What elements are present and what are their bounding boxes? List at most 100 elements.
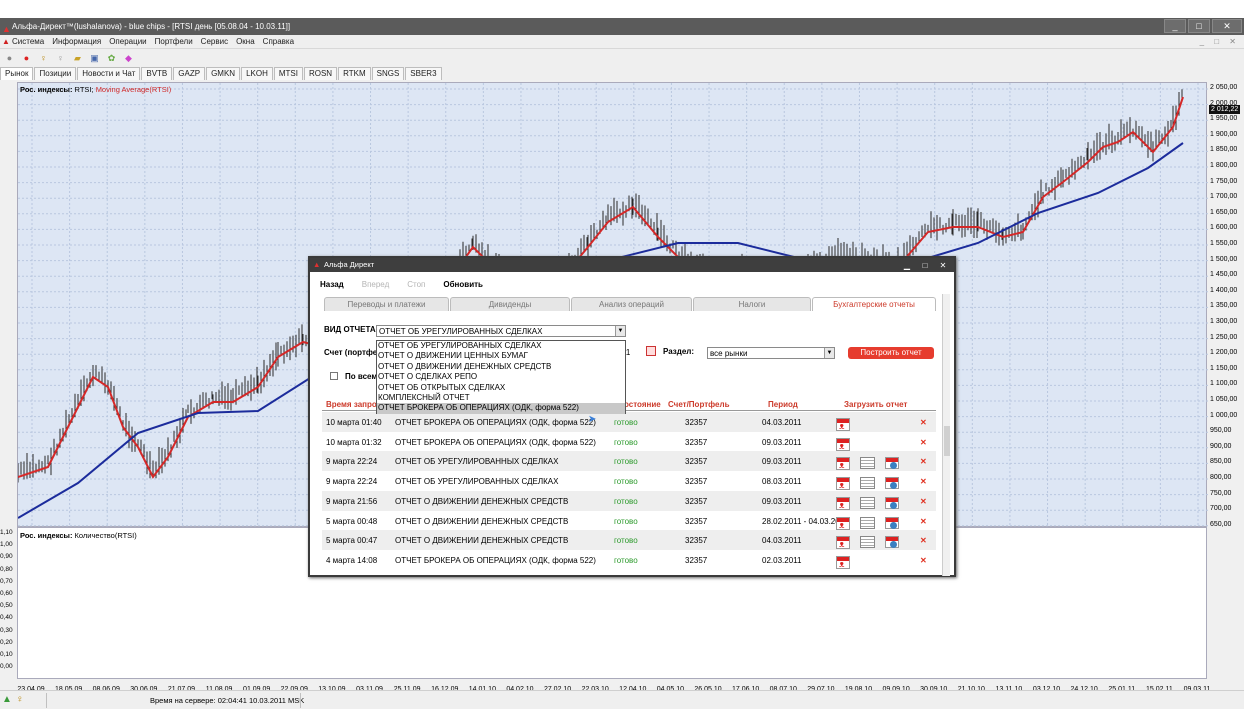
dialog-scrollbar-thumb[interactable] <box>944 426 950 456</box>
tab-sngs[interactable]: SNGS <box>371 67 405 80</box>
menu-item-windows[interactable]: Окна <box>236 37 255 46</box>
download-pdf-icon[interactable] <box>836 477 850 491</box>
connection-status-icon[interactable]: ▲ <box>2 694 12 705</box>
record-icon[interactable]: ● <box>21 53 32 64</box>
tab-lkoh[interactable]: LKOH <box>241 67 273 80</box>
menu-item-portfolios[interactable]: Портфели <box>155 37 193 46</box>
pin2-icon[interactable]: ♀ <box>55 53 66 64</box>
dropdown-option[interactable]: ОТЧЕТ ОБ УРЕГУЛИРОВАННЫХ СДЕЛКАХ <box>377 341 625 351</box>
menu-item-operations[interactable]: Операции <box>109 37 146 46</box>
delete-icon[interactable]: ✕ <box>920 438 927 447</box>
menu-item-system[interactable]: Система <box>12 37 44 46</box>
dropdown-option[interactable]: ОТЧЕТ ОБ ОТКРЫТЫХ СДЕЛКАХ <box>377 383 625 393</box>
tab-dividends[interactable]: Дивиденды <box>450 297 570 311</box>
minimize-button[interactable]: _ <box>1164 19 1186 33</box>
delete-icon[interactable]: ✕ <box>920 556 927 565</box>
delete-icon[interactable]: ✕ <box>920 457 927 466</box>
y-tick-label: 1 400,00 <box>1210 286 1238 294</box>
tab-positions[interactable]: Позиции <box>34 67 77 80</box>
save-icon[interactable]: ▣ <box>89 53 100 64</box>
dialog-close-button[interactable]: ✕ <box>936 259 950 273</box>
delete-icon[interactable]: ✕ <box>920 497 927 506</box>
pin-status-icon[interactable]: ♀ <box>16 694 24 705</box>
download-pdf-icon[interactable] <box>836 437 850 451</box>
tab-rtkm[interactable]: RTKM <box>338 67 371 80</box>
pin-icon[interactable]: ♀ <box>38 53 49 64</box>
download-doc-icon[interactable] <box>860 457 875 470</box>
app-menu-logo-icon[interactable]: ▲ <box>2 37 10 46</box>
all-accounts-checkbox[interactable] <box>330 372 338 380</box>
stop-button[interactable]: Стоп <box>407 280 425 289</box>
delete-icon[interactable]: ✕ <box>920 517 927 526</box>
dropdown-option[interactable]: ОТЧЕТ БРОКЕРА ОБ ОПЕРАЦИЯХ (ОДК, форма 5… <box>377 403 625 414</box>
dialog-maximize-button[interactable]: □ <box>918 259 932 273</box>
menu-item-service[interactable]: Сервис <box>201 37 228 46</box>
tab-gmkn[interactable]: GMKN <box>206 67 241 80</box>
tab-rosn[interactable]: ROSN <box>303 67 338 80</box>
download-doc-icon[interactable] <box>860 477 875 490</box>
table-row[interactable]: 10 марта 01:40 ОТЧЕТ БРОКЕРА ОБ ОПЕРАЦИЯХ… <box>322 412 936 432</box>
dropdown-option[interactable]: ОТЧЕТ О СДЕЛКАХ РЕПО <box>377 372 625 382</box>
settings-icon[interactable]: ✿ <box>106 53 117 64</box>
forward-button[interactable]: Вперед <box>362 280 390 289</box>
table-row[interactable]: 5 марта 00:48 ОТЧЕТ О ДВИЖЕНИИ ДЕНЕЖНЫХ С… <box>322 511 936 531</box>
chevron-down-icon[interactable]: ▼ <box>615 326 625 336</box>
open-folder-icon[interactable]: ▰ <box>72 53 83 64</box>
delete-icon[interactable]: ✕ <box>920 418 927 427</box>
row-state: готово <box>614 437 638 447</box>
calendar-icon[interactable] <box>646 346 656 356</box>
download-pdf-icon[interactable] <box>836 516 850 530</box>
download-pdf-icon[interactable] <box>836 536 850 550</box>
delete-icon[interactable]: ✕ <box>920 536 927 545</box>
download-doc-icon[interactable] <box>860 496 875 509</box>
refresh-button[interactable]: Обновить <box>443 280 483 289</box>
table-row[interactable]: 5 марта 00:47 ОТЧЕТ О ДВИЖЕНИИ ДЕНЕЖНЫХ С… <box>322 530 936 551</box>
build-report-button[interactable]: Построить отчет <box>848 347 934 359</box>
chevron-down-icon[interactable]: ▼ <box>824 348 834 358</box>
tab-bvtb[interactable]: BVTB <box>141 67 173 80</box>
download-web-icon[interactable] <box>885 477 899 490</box>
download-web-icon[interactable] <box>885 457 899 470</box>
tab-gazp[interactable]: GAZP <box>173 67 206 80</box>
download-pdf-icon[interactable] <box>836 457 850 471</box>
menu-item-info[interactable]: Информация <box>52 37 101 46</box>
report-type-select[interactable]: ОТЧЕТ ОБ УРЕГУЛИРОВАННЫХ СДЕЛКАХ ▼ <box>376 325 626 337</box>
maximize-button[interactable]: □ <box>1188 19 1210 33</box>
table-row[interactable]: 9 марта 22:24 ОТЧЕТ ОБ УРЕГУЛИРОВАННЫХ СД… <box>322 471 936 491</box>
back-button[interactable]: Назад <box>320 280 344 289</box>
tab-transfers[interactable]: Переводы и платежи <box>324 297 449 311</box>
table-row[interactable]: 9 марта 21:56 ОТЧЕТ О ДВИЖЕНИИ ДЕНЕЖНЫХ С… <box>322 490 936 511</box>
download-doc-icon[interactable] <box>860 536 875 549</box>
tab-accounting-reports[interactable]: Бухгалтерские отчеты <box>812 297 936 311</box>
menu-item-help[interactable]: Справка <box>263 37 294 46</box>
dropdown-option[interactable]: ОТЧЕТ О ДВИЖЕНИИ ДЕНЕЖНЫХ СРЕДСТВ <box>377 362 625 372</box>
table-row[interactable]: 4 марта 14:08 ОТЧЕТ БРОКЕРА ОБ ОПЕРАЦИЯХ … <box>322 550 936 570</box>
eraser-icon[interactable]: ◆ <box>123 53 134 64</box>
tab-taxes[interactable]: Налоги <box>693 297 811 311</box>
dialog-minimize-button[interactable]: ▁ <box>900 259 914 273</box>
download-pdf-icon[interactable] <box>836 496 850 510</box>
download-web-icon[interactable] <box>885 536 899 549</box>
connect-icon[interactable]: ● <box>4 53 15 64</box>
table-row[interactable]: 9 марта 22:24 ОТЧЕТ ОБ УРЕГУЛИРОВАННЫХ СД… <box>322 451 936 472</box>
tab-market[interactable]: Рынок <box>0 67 34 80</box>
dialog-scrollbar[interactable] <box>942 294 950 576</box>
dropdown-option[interactable]: ОТЧЕТ О ДВИЖЕНИИ ЦЕННЫХ БУМАГ <box>377 351 625 361</box>
y-tick-label: 800,00 <box>1210 474 1232 481</box>
section-select[interactable]: все рынки ▼ <box>707 347 835 359</box>
tab-analysis[interactable]: Анализ операций <box>571 297 692 311</box>
download-web-icon[interactable] <box>885 516 899 529</box>
download-web-icon[interactable] <box>885 496 899 509</box>
tab-news-chat[interactable]: Новости и Чат <box>77 67 141 80</box>
download-pdf-icon[interactable] <box>836 555 850 569</box>
tab-mtsi[interactable]: MTSI <box>273 67 303 80</box>
delete-icon[interactable]: ✕ <box>920 477 927 486</box>
close-button[interactable]: ✕ <box>1212 19 1242 33</box>
tab-sber3[interactable]: SBER3 <box>405 67 442 80</box>
table-row[interactable]: 10 марта 01:32 ОТЧЕТ БРОКЕРА ОБ ОПЕРАЦИЯХ… <box>322 432 936 452</box>
dropdown-option[interactable]: КОМПЛЕКСНЫЙ ОТЧЕТ <box>377 393 625 403</box>
download-doc-icon[interactable] <box>860 516 875 529</box>
report-type-dropdown[interactable]: ОТЧЕТ ОБ УРЕГУЛИРОВАННЫХ СДЕЛКАХ ОТЧЕТ О … <box>376 340 626 414</box>
download-pdf-icon[interactable] <box>836 418 850 431</box>
mdi-controls[interactable]: _ □ ✕ <box>1200 37 1240 46</box>
